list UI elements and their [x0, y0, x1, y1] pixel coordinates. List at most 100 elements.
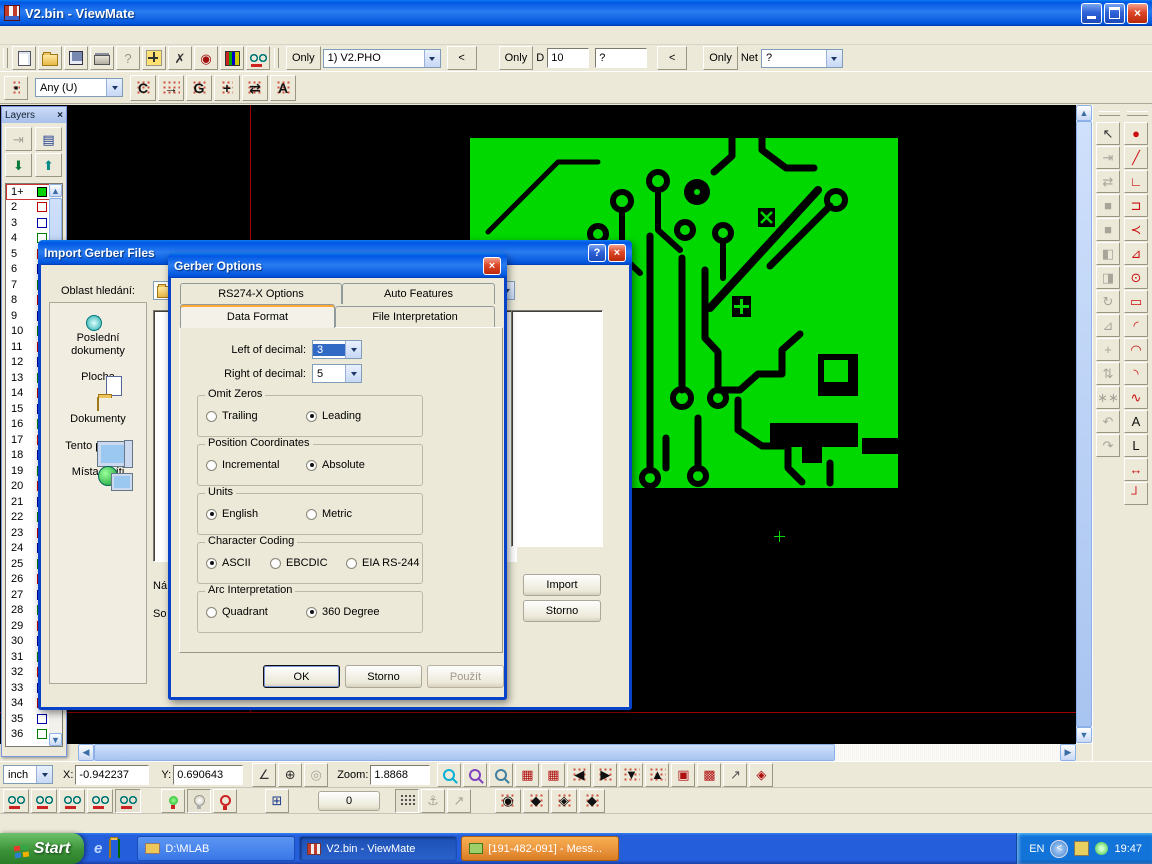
zoom-window-icon[interactable]: [489, 763, 513, 787]
scroll-down-icon[interactable]: ▼: [49, 733, 62, 746]
scroll-right-icon[interactable]: ▶: [1060, 744, 1076, 761]
chevron-down-icon[interactable]: [826, 50, 842, 67]
selector-combo[interactable]: Any (U): [35, 78, 123, 97]
view-selected-icon[interactable]: [87, 789, 113, 813]
minimize-button[interactable]: [1081, 3, 1102, 24]
toolbar-grip[interactable]: [274, 48, 279, 68]
draw-triangle-tool[interactable]: ⊿: [1124, 242, 1148, 265]
only-layer-button[interactable]: Only: [286, 46, 321, 70]
tray-icq-icon[interactable]: [1095, 842, 1108, 855]
title-bar[interactable]: V2.bin - ViewMate ×: [0, 0, 1152, 26]
hscroll-thumb[interactable]: [94, 744, 835, 761]
rotate-tool[interactable]: ↻: [1096, 290, 1120, 313]
pan-right-icon[interactable]: ▶: [593, 763, 617, 787]
draw-fan-tool[interactable]: ≺: [1124, 218, 1148, 241]
flash-scaled-icon[interactable]: ◈: [551, 789, 577, 813]
scroll-up-icon[interactable]: ▲: [49, 184, 62, 197]
menu-item[interactable]: [24, 33, 42, 37]
grid-icon[interactable]: ▦: [541, 763, 565, 787]
draw-chord-tool[interactable]: ◜: [1124, 314, 1148, 337]
view-flashes-icon[interactable]: [59, 789, 85, 813]
radio-leading[interactable]: Leading: [306, 410, 361, 422]
nudge-tool[interactable]: ⇅: [1096, 362, 1120, 385]
chevron-down-icon[interactable]: [106, 79, 122, 96]
flash-solid-icon[interactable]: ◉: [495, 789, 521, 813]
task-messenger[interactable]: [191-482-091] - Mess...: [461, 836, 619, 861]
place-network[interactable]: Místa v síti: [50, 466, 146, 479]
radio-ascii[interactable]: ASCII: [206, 557, 251, 569]
tab-data-format[interactable]: Data Format: [180, 304, 335, 328]
select-tool[interactable]: ↖: [1096, 122, 1120, 145]
draw-line-tool[interactable]: ╱: [1124, 146, 1148, 169]
view-all-icon[interactable]: [115, 789, 141, 813]
draw-polyline-tool[interactable]: ∟: [1124, 170, 1148, 193]
menu-item[interactable]: [78, 33, 96, 37]
task-dmlab[interactable]: D:\MLAB: [137, 836, 295, 861]
import-button[interactable]: Import: [523, 574, 601, 596]
mirror-x-tool[interactable]: ◧: [1096, 242, 1120, 265]
close-button[interactable]: ×: [483, 257, 501, 275]
right-of-decimal-combo[interactable]: 5: [312, 364, 362, 383]
context-help-icon[interactable]: ?: [116, 46, 140, 70]
place-my-computer[interactable]: Tento počítač: [50, 440, 146, 453]
anchor-icon[interactable]: ⚓: [421, 789, 445, 813]
units-combo[interactable]: inch: [3, 765, 53, 784]
dcode-input[interactable]: 10: [547, 48, 589, 68]
toolbar-grip[interactable]: [1099, 111, 1120, 116]
send-behind-tool[interactable]: ⇥: [1096, 146, 1120, 169]
film-colors-icon[interactable]: [220, 46, 244, 70]
menu-item[interactable]: [150, 33, 168, 37]
pan-down-icon[interactable]: ▼: [619, 763, 643, 787]
transform-points-icon[interactable]: ↗: [447, 789, 471, 813]
close-button[interactable]: ×: [608, 244, 626, 262]
book-quicklaunch-icon[interactable]: [118, 840, 120, 857]
radio-incremental[interactable]: Incremental: [206, 459, 279, 471]
task-viewmate[interactable]: V2.bin - ViewMate: [299, 836, 457, 861]
redo-shape-tool[interactable]: ↷: [1096, 434, 1120, 457]
radio-ebcdic[interactable]: EBCDIC: [270, 557, 328, 569]
help-button[interactable]: ?: [588, 244, 606, 262]
view-traces-icon[interactable]: [31, 789, 57, 813]
close-icon[interactable]: ×: [57, 110, 63, 121]
menu-item[interactable]: [6, 33, 24, 37]
canvas-vscrollbar[interactable]: ▲ ▼: [1076, 105, 1092, 744]
aperture-draw-button[interactable]: →: [158, 75, 184, 101]
draw-scurve-tool[interactable]: ∿: [1124, 386, 1148, 409]
pan-up-icon[interactable]: ▲: [645, 763, 669, 787]
aperture-flash-button[interactable]: +: [214, 75, 240, 101]
zoom-grid-icon[interactable]: [463, 763, 487, 787]
radio-english[interactable]: English: [206, 508, 258, 520]
place-documents[interactable]: Dokumenty: [50, 398, 146, 426]
save-file-icon[interactable]: [64, 46, 88, 70]
zoom-in-icon[interactable]: [437, 763, 461, 787]
dcode-filter-input[interactable]: ?: [595, 48, 647, 68]
radio-metric[interactable]: Metric: [306, 508, 352, 520]
layer-up-button[interactable]: ⬆: [35, 153, 62, 177]
net-combo[interactable]: ?: [761, 49, 843, 68]
draw-arc-tool[interactable]: ◠: [1124, 338, 1148, 361]
import-cancel-button[interactable]: Storno: [523, 600, 601, 622]
mirror-y-tool[interactable]: ◨: [1096, 266, 1120, 289]
angle-icon[interactable]: ∠: [252, 763, 276, 787]
ok-button[interactable]: OK: [263, 665, 340, 688]
scroll-up-icon[interactable]: ▲: [1076, 105, 1092, 121]
menu-item[interactable]: [132, 33, 150, 37]
tab-auto-features[interactable]: Auto Features: [342, 283, 495, 304]
menu-item[interactable]: [60, 33, 78, 37]
pan-left-icon[interactable]: ◀: [567, 763, 591, 787]
tray-messenger-icon[interactable]: [1074, 841, 1089, 856]
radio-eia-rs244[interactable]: EIA RS-244: [346, 557, 419, 569]
aperture-c-button[interactable]: C: [130, 75, 156, 101]
grid-window-icon[interactable]: ▦: [515, 763, 539, 787]
zoom-value[interactable]: 1.8868: [370, 765, 430, 785]
radio-trailing[interactable]: Trailing: [206, 410, 258, 422]
target-icon[interactable]: ⊕: [278, 763, 302, 787]
chevron-down-icon[interactable]: [36, 766, 52, 783]
new-file-icon[interactable]: [12, 46, 36, 70]
menu-item[interactable]: [114, 33, 132, 37]
language-indicator[interactable]: EN: [1029, 843, 1044, 855]
layer-combo[interactable]: 1) V2.PHO: [323, 49, 441, 68]
aperture-text-button[interactable]: A: [270, 75, 296, 101]
highlight-outline-icon[interactable]: [213, 789, 237, 813]
label-tool[interactable]: L: [1124, 434, 1148, 457]
